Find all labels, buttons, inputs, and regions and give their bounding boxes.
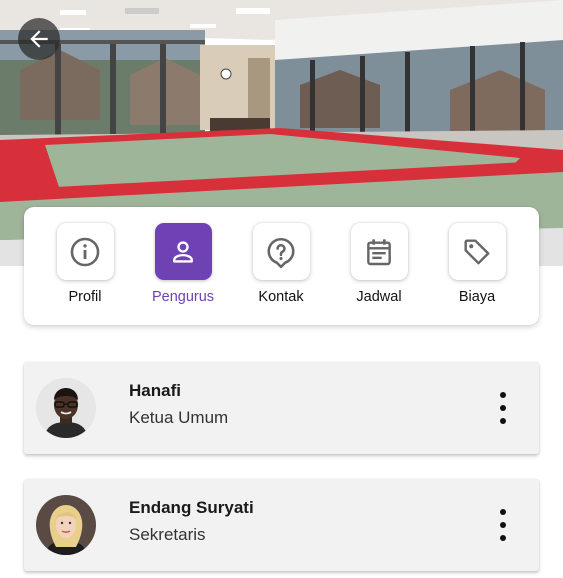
tab-jadwal[interactable]: Jadwal — [339, 223, 419, 305]
tab-profil[interactable]: Profil — [45, 223, 125, 305]
back-button[interactable] — [18, 18, 60, 60]
question-bubble-icon — [267, 237, 295, 268]
tab-biaya-label: Biaya — [458, 289, 496, 305]
member-role: Sekretaris — [129, 525, 206, 544]
member-card[interactable]: Hanafi Ketua Umum — [24, 362, 539, 454]
section-tabs: Profil Pengurus Kontak Jadwal Biaya — [24, 207, 539, 325]
avatar — [36, 378, 96, 438]
member-name: Endang Suryati — [129, 498, 254, 517]
member-name: Hanafi — [129, 381, 181, 400]
person-icon — [173, 240, 193, 263]
tab-pengurus-icon-box — [154, 223, 212, 280]
tab-profil-label: Profil — [68, 289, 102, 305]
member-card[interactable]: Endang Suryati Sekretaris — [24, 479, 539, 571]
calendar-icon — [367, 238, 391, 265]
tab-kontak-label: Kontak — [258, 289, 304, 305]
tab-profil-icon-box — [56, 223, 114, 280]
tab-biaya[interactable]: Biaya — [437, 223, 517, 305]
avatar-man-photo — [36, 378, 96, 438]
tab-jadwal-icon-box — [350, 223, 408, 280]
tab-jadwal-label: Jadwal — [356, 289, 402, 305]
avatar-woman-photo — [36, 495, 96, 555]
tag-icon — [464, 238, 490, 264]
tab-pengurus[interactable]: Pengurus — [143, 223, 223, 305]
arrow-left-icon — [30, 30, 48, 48]
tab-kontak-icon-box — [252, 223, 310, 280]
member-role: Ketua Umum — [129, 408, 229, 427]
more-vertical-icon[interactable] — [497, 392, 509, 424]
tab-kontak[interactable]: Kontak — [241, 223, 321, 305]
info-circle-icon — [70, 237, 100, 266]
avatar — [36, 495, 96, 555]
more-vertical-icon[interactable] — [497, 509, 509, 541]
tab-biaya-icon-box — [448, 223, 506, 280]
tab-pengurus-label: Pengurus — [151, 289, 215, 305]
